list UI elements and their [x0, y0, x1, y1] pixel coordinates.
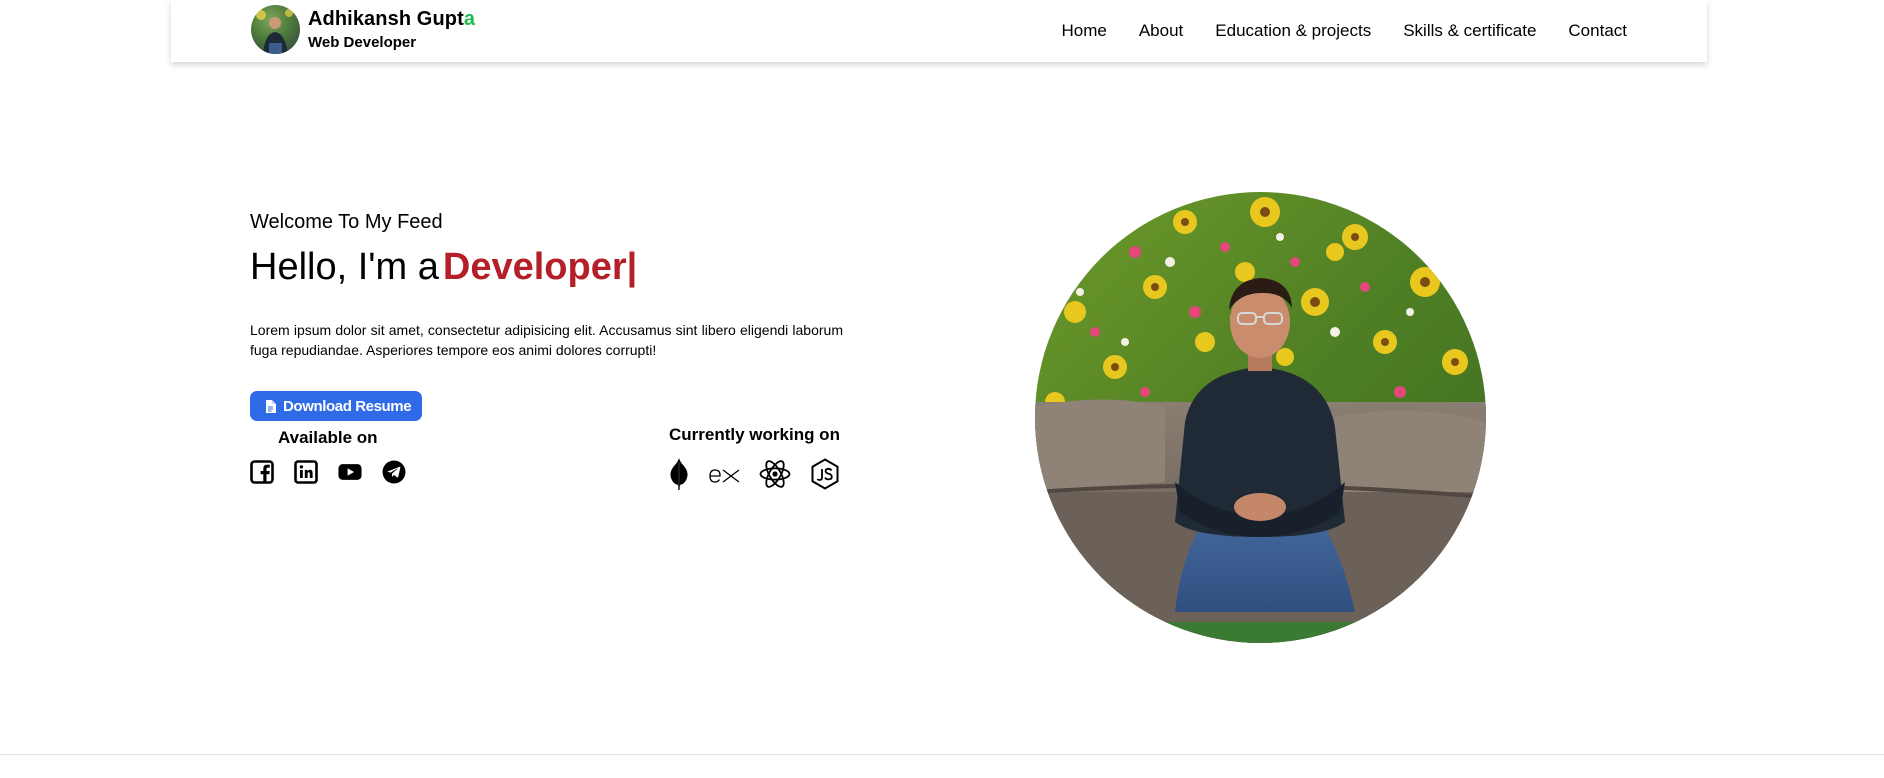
facebook-icon[interactable] [250, 460, 274, 484]
nav-about[interactable]: About [1139, 21, 1183, 41]
telegram-icon[interactable] [382, 460, 406, 484]
available-on-label: Available on [278, 428, 378, 447]
brand-name-main: Adhikansh Gupt [308, 8, 464, 30]
brand-role: Web Developer [308, 34, 417, 51]
site-header: Adhikansh Gupta Web Developer Home About… [171, 0, 1707, 62]
download-resume-button[interactable]: Download Resume [250, 391, 423, 421]
brand-avatar [251, 5, 300, 54]
currently-working-label: Currently working on [669, 425, 840, 444]
mongodb-icon [669, 458, 689, 490]
footer-divider [0, 754, 1884, 755]
linkedin-icon[interactable] [294, 460, 318, 484]
express-icon [708, 462, 740, 486]
brand-logo-link[interactable]: Adhikansh Gupta Web Developer [251, 5, 475, 54]
main-nav: Home About Education & projects Skills &… [1061, 0, 1627, 62]
brand-text: Adhikansh Gupta Web Developer [308, 8, 475, 51]
nav-education-projects[interactable]: Education & projects [1215, 21, 1371, 41]
youtube-icon[interactable] [338, 460, 362, 484]
download-resume-label: Download Resume [283, 397, 412, 415]
welcome-text: Welcome To My Feed [250, 211, 443, 233]
document-icon [265, 399, 276, 413]
headline-prefix: Hello, I'm a [250, 246, 439, 288]
tech-stack-icons [669, 458, 840, 490]
headline-typed-word: Developer [442, 246, 627, 288]
brand-name-accent: a [463, 8, 476, 30]
nodejs-icon [810, 458, 840, 490]
profile-photo [1035, 192, 1486, 643]
social-links [250, 460, 406, 484]
hero-headline: Hello, I'm a Developer| [250, 244, 843, 290]
nav-contact[interactable]: Contact [1568, 21, 1627, 41]
brand-name: Adhikansh Gupta [308, 8, 475, 30]
react-icon [759, 459, 791, 489]
available-on-section: Available on [250, 428, 406, 484]
typing-cursor: | [626, 246, 638, 288]
nav-home[interactable]: Home [1061, 21, 1106, 41]
intro-paragraph: Lorem ipsum dolor sit amet, consectetur … [250, 322, 843, 358]
hero-intro: Welcome To My Feed Hello, I'm a Developer… [250, 208, 843, 490]
currently-working-section: Currently working on [669, 425, 840, 490]
nav-skills-certificate[interactable]: Skills & certificate [1403, 21, 1536, 41]
